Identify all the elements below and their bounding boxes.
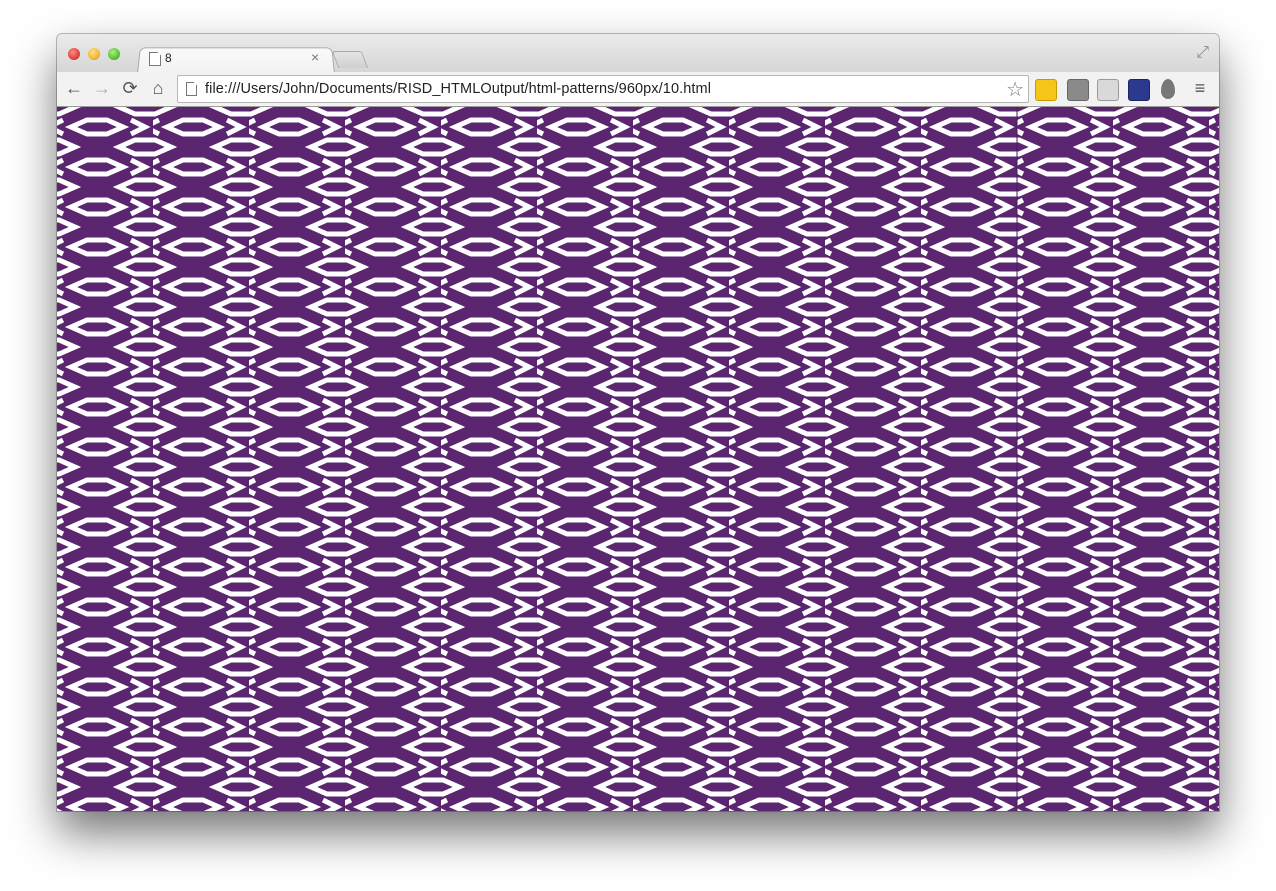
address-url[interactable]: file:///Users/John/Documents/RISD_HTMLOu… [205, 81, 711, 97]
extension-speed-icon[interactable] [1128, 79, 1150, 101]
new-tab-button[interactable] [331, 51, 369, 68]
back-arrow-icon[interactable]: ← [63, 77, 85, 99]
address-bar[interactable]: file:///Users/John/Documents/RISD_HTMLOu… [177, 75, 1029, 103]
page-icon [186, 82, 197, 96]
diamond-pattern [57, 107, 1219, 811]
browser-window: 8 × ⤢ ← → ⟳ ⌂ file:///Users/John/Documen… [57, 34, 1219, 811]
extension-folder-icon[interactable] [1035, 79, 1057, 101]
tab-strip: 8 × ⤢ [57, 34, 1219, 74]
pattern-tiles-overflow [1017, 107, 1219, 811]
home-icon[interactable]: ⌂ [147, 77, 169, 99]
zoom-window-button[interactable] [108, 48, 120, 60]
tab-active[interactable]: 8 × [145, 48, 335, 72]
minimize-window-button[interactable] [88, 48, 100, 60]
bookmark-star-icon[interactable]: ☆ [1006, 77, 1024, 102]
toolbar: ← → ⟳ ⌂ file:///Users/John/Documents/RIS… [57, 72, 1219, 107]
tab-close-icon[interactable]: × [311, 49, 319, 65]
page-content [57, 107, 1219, 811]
close-window-button[interactable] [68, 48, 80, 60]
extension-tag-icon[interactable] [1067, 79, 1089, 101]
forward-arrow-icon[interactable]: → [91, 77, 113, 99]
extension-linkedin-icon[interactable] [1097, 79, 1119, 101]
fullscreen-icon[interactable]: ⤢ [1196, 44, 1209, 62]
reload-icon[interactable]: ⟳ [119, 77, 141, 99]
extension-drop-icon[interactable] [1161, 79, 1175, 99]
tab-title: 8 [165, 51, 172, 65]
document-icon [149, 52, 161, 66]
menu-icon[interactable]: ≡ [1189, 77, 1211, 99]
pattern-tiles [57, 107, 1017, 811]
